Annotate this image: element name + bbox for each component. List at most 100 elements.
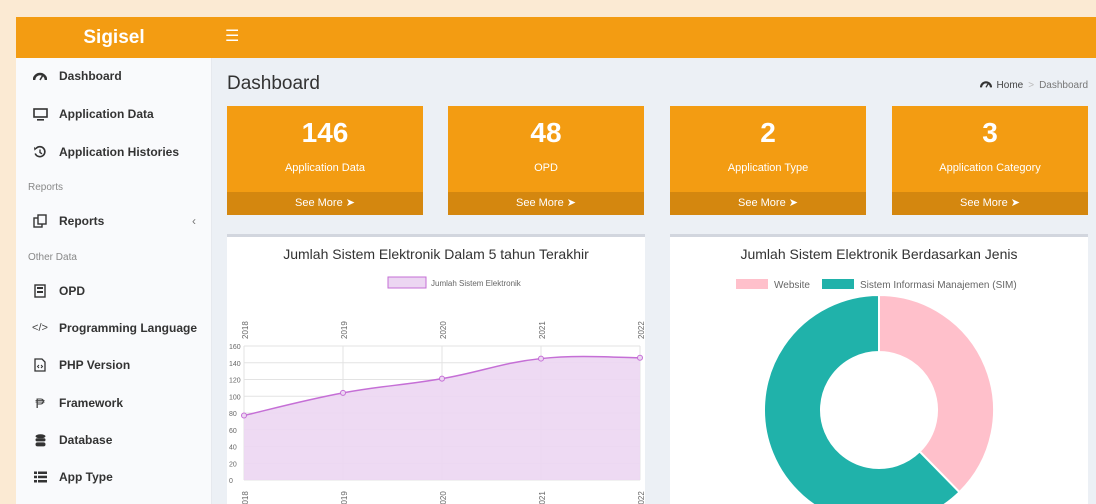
stat-value: 3 (982, 117, 998, 148)
monitor-icon (31, 105, 49, 123)
brand-logo[interactable]: Sigisel (16, 17, 212, 58)
stat-label: Application Data (284, 162, 366, 174)
sidebar-item-label: Reports (59, 214, 105, 228)
sidebar-item-php-version[interactable]: PHP Version (16, 347, 212, 383)
sidebar-item-application-histories[interactable]: Application Histories (16, 134, 212, 170)
stat-box-opd: 48 OPD See More ➤ (448, 106, 644, 215)
sidebar-item-label: Application Data (59, 107, 154, 121)
stat-value: 146 (301, 117, 349, 148)
sidebar-item-opd[interactable]: OPD (16, 273, 212, 309)
sidebar-item-label: PHP Version (59, 358, 131, 372)
data-point (241, 412, 247, 419)
arrow-circle-right-icon: ➤ (1010, 197, 1020, 209)
sidebar-header-reports: Reports (28, 182, 64, 193)
sidebar: Dashboard Application Data Application H… (16, 58, 212, 504)
sidebar-item-label: App Type (59, 470, 113, 484)
see-more-label: See More (960, 197, 1008, 209)
y-tick-label: 0 (229, 478, 233, 485)
dashboard-icon (31, 67, 49, 85)
product-hunt-icon: ₱ (35, 395, 45, 411)
see-more-label: See More (738, 197, 786, 209)
arrow-circle-right-icon: ➤ (566, 197, 576, 209)
sidebar-item-reports[interactable]: Reports ‹ (16, 203, 212, 239)
see-more-link[interactable]: See More ➤ (892, 192, 1088, 215)
x-tick-label: 2020 (439, 491, 448, 504)
data-point (637, 354, 643, 361)
arrow-circle-right-icon: ➤ (345, 197, 355, 209)
x-tick-label-top: 2020 (439, 321, 448, 339)
app-frame: Sigisel ☰ Dashboard Application Data App… (16, 17, 1096, 504)
list-icon (31, 468, 49, 486)
file-code-icon (31, 356, 49, 374)
sidebar-item-database[interactable]: Database (16, 422, 212, 458)
chevron-left-icon[interactable]: ‹ (192, 214, 196, 228)
stat-value: 48 (530, 117, 562, 148)
code-icon: </> (32, 322, 48, 334)
pie-chart-card: Jumlah Sistem Elektronik Berdasarkan Jen… (670, 234, 1088, 504)
sidebar-header-other-data: Other Data (28, 252, 77, 263)
legend-label: Sistem Informasi Manajemen (SIM) (860, 280, 1017, 291)
y-tick-label: 160 (229, 344, 241, 351)
y-tick-label: 20 (229, 461, 237, 468)
stat-label: Application Category (939, 162, 1041, 174)
data-point (439, 375, 445, 382)
x-tick-label: 2018 (241, 491, 250, 504)
legend-label: Website (774, 280, 810, 291)
sidebar-item-programming-language[interactable]: </> Programming Language (16, 310, 212, 346)
stat-box-application-type: 2 Application Type See More ➤ (670, 106, 866, 215)
x-tick-label-top: 2021 (538, 321, 547, 339)
breadcrumb-separator: > (1028, 80, 1035, 91)
line-chart-card: Jumlah Sistem Elektronik Dalam 5 tahun T… (227, 234, 645, 504)
x-tick-label: 2022 (637, 491, 645, 504)
see-more-link[interactable]: See More ➤ (227, 192, 423, 215)
sidebar-item-label: Application Histories (59, 145, 180, 159)
y-tick-label: 60 (229, 428, 237, 435)
legend-swatch (387, 276, 427, 289)
page-title: Dashboard (227, 73, 320, 94)
y-tick-label: 120 (229, 378, 241, 385)
legend-swatch (736, 279, 768, 289)
arrow-circle-right-icon: ➤ (788, 197, 798, 209)
sidebar-item-framework[interactable]: ₱ Framework (16, 385, 212, 421)
see-more-label: See More (295, 197, 343, 209)
stat-label: Application Type (727, 162, 809, 174)
line-chart: Jumlah Sistem Elektronik 0 20 40 60 80 100 120 1… (229, 276, 645, 504)
stat-label: OPD (534, 162, 558, 174)
copy-icon (31, 212, 49, 230)
y-tick-label: 40 (229, 445, 237, 452)
legend-swatch (822, 279, 854, 289)
x-tick-label-top: 2022 (637, 321, 645, 339)
sidebar-item-dashboard[interactable]: Dashboard (16, 58, 212, 94)
sidebar-item-application-data[interactable]: Application Data (16, 96, 212, 132)
see-more-link[interactable]: See More ➤ (448, 192, 644, 215)
hamburger-icon[interactable]: ☰ (225, 27, 239, 47)
data-point (538, 355, 544, 362)
server-icon (31, 282, 49, 300)
see-more-link[interactable]: See More ➤ (670, 192, 866, 215)
dashboard-icon (979, 79, 992, 92)
legend-label: Jumlah Sistem Elektronik (431, 279, 522, 288)
sidebar-item-label: Dashboard (59, 69, 122, 83)
y-tick-label: 100 (229, 394, 241, 401)
sidebar-item-label: OPD (59, 284, 86, 298)
stat-box-application-category: 3 Application Category See More ➤ (892, 106, 1088, 215)
top-navbar: Sigisel ☰ (16, 17, 1096, 58)
sidebar-item-app-type[interactable]: App Type (16, 459, 212, 495)
database-icon (31, 431, 49, 449)
x-tick-label: 2021 (538, 491, 547, 504)
see-more-label: See More (516, 197, 564, 209)
y-tick-label: 80 (229, 411, 237, 418)
sidebar-item-label: Programming Language (59, 321, 198, 335)
breadcrumb-home-link[interactable]: Home (997, 80, 1024, 91)
breadcrumb-current: Dashboard (1039, 80, 1088, 91)
y-tick-label: 140 (229, 361, 241, 368)
doughnut-chart: Website Sistem Informasi Manajemen (SIM) (736, 279, 1017, 504)
history-icon (31, 143, 49, 161)
x-tick-label-top: 2018 (241, 321, 250, 339)
pie-slice (878, 293, 995, 494)
x-tick-label: 2019 (340, 491, 349, 504)
sidebar-item-label: Framework (59, 396, 124, 410)
data-point (340, 389, 346, 396)
sidebar-item-label: Database (59, 433, 113, 447)
x-tick-label-top: 2019 (340, 321, 349, 339)
